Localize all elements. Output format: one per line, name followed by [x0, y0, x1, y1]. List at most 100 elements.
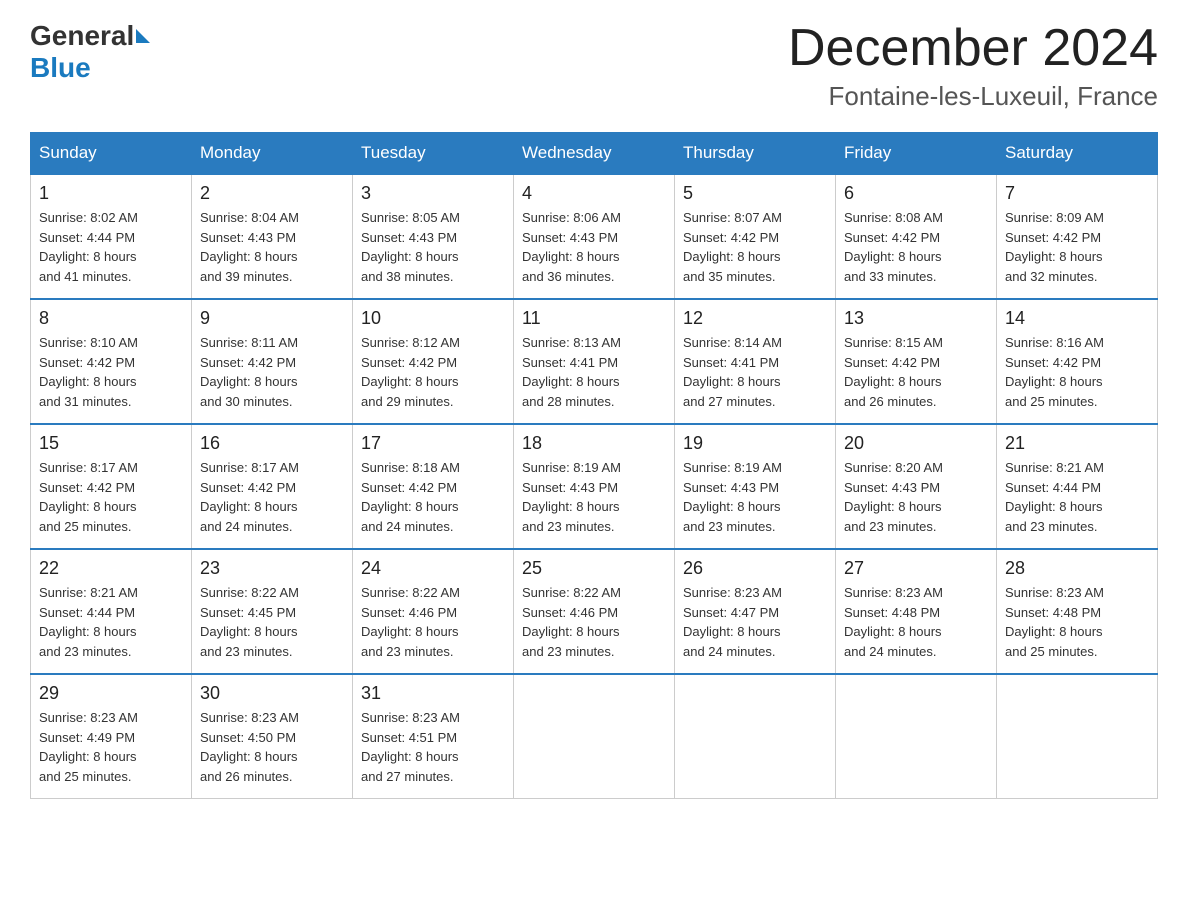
- table-row: 26 Sunrise: 8:23 AM Sunset: 4:47 PM Dayl…: [675, 549, 836, 674]
- page-header: General Blue December 2024 Fontaine-les-…: [30, 20, 1158, 112]
- day-info: Sunrise: 8:04 AM Sunset: 4:43 PM Dayligh…: [200, 208, 344, 286]
- table-row: 4 Sunrise: 8:06 AM Sunset: 4:43 PM Dayli…: [514, 174, 675, 299]
- title-area: December 2024 Fontaine-les-Luxeuil, Fran…: [788, 20, 1158, 112]
- table-row: 14 Sunrise: 8:16 AM Sunset: 4:42 PM Dayl…: [997, 299, 1158, 424]
- day-info: Sunrise: 8:17 AM Sunset: 4:42 PM Dayligh…: [39, 458, 183, 536]
- calendar-week-row: 22 Sunrise: 8:21 AM Sunset: 4:44 PM Dayl…: [31, 549, 1158, 674]
- day-number: 15: [39, 433, 183, 454]
- day-info: Sunrise: 8:19 AM Sunset: 4:43 PM Dayligh…: [522, 458, 666, 536]
- table-row: 11 Sunrise: 8:13 AM Sunset: 4:41 PM Dayl…: [514, 299, 675, 424]
- day-number: 28: [1005, 558, 1149, 579]
- day-number: 10: [361, 308, 505, 329]
- day-number: 26: [683, 558, 827, 579]
- table-row: 25 Sunrise: 8:22 AM Sunset: 4:46 PM Dayl…: [514, 549, 675, 674]
- day-info: Sunrise: 8:22 AM Sunset: 4:46 PM Dayligh…: [361, 583, 505, 661]
- table-row: 31 Sunrise: 8:23 AM Sunset: 4:51 PM Dayl…: [353, 674, 514, 799]
- day-info: Sunrise: 8:06 AM Sunset: 4:43 PM Dayligh…: [522, 208, 666, 286]
- table-row: 19 Sunrise: 8:19 AM Sunset: 4:43 PM Dayl…: [675, 424, 836, 549]
- day-info: Sunrise: 8:21 AM Sunset: 4:44 PM Dayligh…: [39, 583, 183, 661]
- table-row: 28 Sunrise: 8:23 AM Sunset: 4:48 PM Dayl…: [997, 549, 1158, 674]
- calendar-week-row: 1 Sunrise: 8:02 AM Sunset: 4:44 PM Dayli…: [31, 174, 1158, 299]
- day-number: 2: [200, 183, 344, 204]
- col-friday: Friday: [836, 133, 997, 175]
- day-info: Sunrise: 8:05 AM Sunset: 4:43 PM Dayligh…: [361, 208, 505, 286]
- day-number: 24: [361, 558, 505, 579]
- day-number: 31: [361, 683, 505, 704]
- table-row: 23 Sunrise: 8:22 AM Sunset: 4:45 PM Dayl…: [192, 549, 353, 674]
- calendar-week-row: 8 Sunrise: 8:10 AM Sunset: 4:42 PM Dayli…: [31, 299, 1158, 424]
- month-title: December 2024: [788, 20, 1158, 77]
- day-info: Sunrise: 8:23 AM Sunset: 4:49 PM Dayligh…: [39, 708, 183, 786]
- day-info: Sunrise: 8:23 AM Sunset: 4:50 PM Dayligh…: [200, 708, 344, 786]
- day-info: Sunrise: 8:08 AM Sunset: 4:42 PM Dayligh…: [844, 208, 988, 286]
- day-number: 11: [522, 308, 666, 329]
- table-row: 21 Sunrise: 8:21 AM Sunset: 4:44 PM Dayl…: [997, 424, 1158, 549]
- day-info: Sunrise: 8:10 AM Sunset: 4:42 PM Dayligh…: [39, 333, 183, 411]
- col-wednesday: Wednesday: [514, 133, 675, 175]
- day-number: 14: [1005, 308, 1149, 329]
- logo: General Blue: [30, 20, 150, 84]
- day-number: 22: [39, 558, 183, 579]
- col-saturday: Saturday: [997, 133, 1158, 175]
- logo-general-text: General: [30, 20, 134, 52]
- table-row: 9 Sunrise: 8:11 AM Sunset: 4:42 PM Dayli…: [192, 299, 353, 424]
- day-number: 4: [522, 183, 666, 204]
- day-number: 23: [200, 558, 344, 579]
- day-info: Sunrise: 8:07 AM Sunset: 4:42 PM Dayligh…: [683, 208, 827, 286]
- day-number: 9: [200, 308, 344, 329]
- table-row: 27 Sunrise: 8:23 AM Sunset: 4:48 PM Dayl…: [836, 549, 997, 674]
- day-info: Sunrise: 8:09 AM Sunset: 4:42 PM Dayligh…: [1005, 208, 1149, 286]
- table-row: 18 Sunrise: 8:19 AM Sunset: 4:43 PM Dayl…: [514, 424, 675, 549]
- table-row: 17 Sunrise: 8:18 AM Sunset: 4:42 PM Dayl…: [353, 424, 514, 549]
- day-info: Sunrise: 8:15 AM Sunset: 4:42 PM Dayligh…: [844, 333, 988, 411]
- day-number: 12: [683, 308, 827, 329]
- day-info: Sunrise: 8:22 AM Sunset: 4:46 PM Dayligh…: [522, 583, 666, 661]
- day-number: 13: [844, 308, 988, 329]
- day-number: 16: [200, 433, 344, 454]
- day-info: Sunrise: 8:11 AM Sunset: 4:42 PM Dayligh…: [200, 333, 344, 411]
- table-row: 22 Sunrise: 8:21 AM Sunset: 4:44 PM Dayl…: [31, 549, 192, 674]
- day-info: Sunrise: 8:14 AM Sunset: 4:41 PM Dayligh…: [683, 333, 827, 411]
- col-sunday: Sunday: [31, 133, 192, 175]
- day-info: Sunrise: 8:13 AM Sunset: 4:41 PM Dayligh…: [522, 333, 666, 411]
- day-info: Sunrise: 8:16 AM Sunset: 4:42 PM Dayligh…: [1005, 333, 1149, 411]
- table-row: 8 Sunrise: 8:10 AM Sunset: 4:42 PM Dayli…: [31, 299, 192, 424]
- day-number: 6: [844, 183, 988, 204]
- day-info: Sunrise: 8:17 AM Sunset: 4:42 PM Dayligh…: [200, 458, 344, 536]
- day-number: 19: [683, 433, 827, 454]
- table-row: [836, 674, 997, 799]
- calendar-header-row: Sunday Monday Tuesday Wednesday Thursday…: [31, 133, 1158, 175]
- day-info: Sunrise: 8:19 AM Sunset: 4:43 PM Dayligh…: [683, 458, 827, 536]
- day-number: 29: [39, 683, 183, 704]
- day-info: Sunrise: 8:23 AM Sunset: 4:48 PM Dayligh…: [1005, 583, 1149, 661]
- table-row: 2 Sunrise: 8:04 AM Sunset: 4:43 PM Dayli…: [192, 174, 353, 299]
- day-number: 17: [361, 433, 505, 454]
- day-info: Sunrise: 8:23 AM Sunset: 4:51 PM Dayligh…: [361, 708, 505, 786]
- table-row: 29 Sunrise: 8:23 AM Sunset: 4:49 PM Dayl…: [31, 674, 192, 799]
- table-row: 12 Sunrise: 8:14 AM Sunset: 4:41 PM Dayl…: [675, 299, 836, 424]
- day-info: Sunrise: 8:23 AM Sunset: 4:47 PM Dayligh…: [683, 583, 827, 661]
- day-number: 7: [1005, 183, 1149, 204]
- day-number: 1: [39, 183, 183, 204]
- day-info: Sunrise: 8:22 AM Sunset: 4:45 PM Dayligh…: [200, 583, 344, 661]
- day-number: 5: [683, 183, 827, 204]
- day-number: 21: [1005, 433, 1149, 454]
- col-monday: Monday: [192, 133, 353, 175]
- day-info: Sunrise: 8:23 AM Sunset: 4:48 PM Dayligh…: [844, 583, 988, 661]
- table-row: 5 Sunrise: 8:07 AM Sunset: 4:42 PM Dayli…: [675, 174, 836, 299]
- day-number: 8: [39, 308, 183, 329]
- table-row: 7 Sunrise: 8:09 AM Sunset: 4:42 PM Dayli…: [997, 174, 1158, 299]
- day-number: 20: [844, 433, 988, 454]
- day-info: Sunrise: 8:02 AM Sunset: 4:44 PM Dayligh…: [39, 208, 183, 286]
- table-row: 24 Sunrise: 8:22 AM Sunset: 4:46 PM Dayl…: [353, 549, 514, 674]
- day-number: 18: [522, 433, 666, 454]
- day-number: 25: [522, 558, 666, 579]
- table-row: 10 Sunrise: 8:12 AM Sunset: 4:42 PM Dayl…: [353, 299, 514, 424]
- logo-arrow-icon: [136, 29, 150, 43]
- day-info: Sunrise: 8:20 AM Sunset: 4:43 PM Dayligh…: [844, 458, 988, 536]
- table-row: [514, 674, 675, 799]
- day-number: 3: [361, 183, 505, 204]
- table-row: 20 Sunrise: 8:20 AM Sunset: 4:43 PM Dayl…: [836, 424, 997, 549]
- table-row: [997, 674, 1158, 799]
- table-row: 6 Sunrise: 8:08 AM Sunset: 4:42 PM Dayli…: [836, 174, 997, 299]
